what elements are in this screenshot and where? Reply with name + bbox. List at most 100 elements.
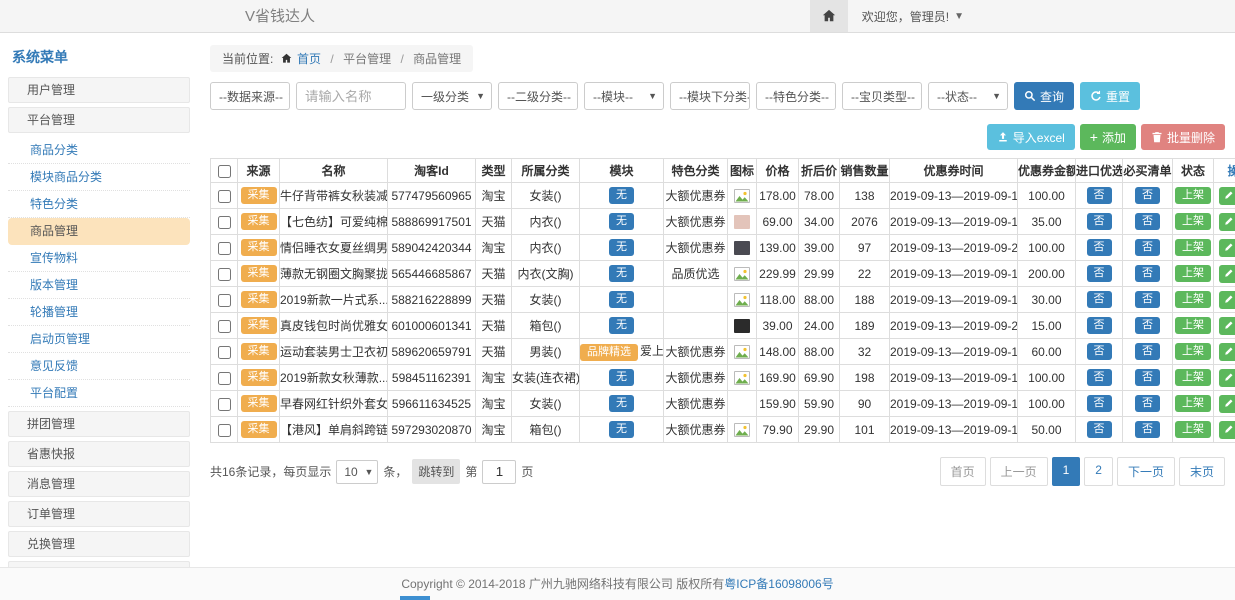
row-checkbox[interactable] [218,242,231,255]
page-button[interactable]: 1 [1052,457,1081,486]
status-toggle[interactable]: 上架 [1175,239,1211,256]
filter-select[interactable]: --二级分类--▼ [498,82,578,110]
module-badge[interactable]: 无 [609,421,634,438]
edit-button[interactable] [1219,291,1235,309]
sidebar-subitem[interactable]: 商品分类 [8,137,190,164]
row-checkbox[interactable] [218,320,231,333]
sidebar-subitem[interactable]: 宣传物料 [8,245,190,272]
user-menu[interactable]: 欢迎您，管理员! ▼ [848,0,980,32]
row-checkbox[interactable] [218,190,231,203]
import-toggle[interactable]: 否 [1087,213,1112,230]
filter-select[interactable]: --状态--▼ [928,82,1008,110]
sidebar-subitem[interactable]: 意见反馈 [8,353,190,380]
must-buy-toggle[interactable]: 否 [1135,343,1160,360]
edit-button[interactable] [1219,343,1235,361]
filter-select[interactable]: --宝贝类型--▼ [842,82,922,110]
row-checkbox[interactable] [218,398,231,411]
filter-select[interactable]: 一级分类▼ [412,82,492,110]
import-toggle[interactable]: 否 [1087,395,1112,412]
sidebar-item[interactable]: 省惠快报 [8,441,190,467]
must-buy-toggle[interactable]: 否 [1135,187,1160,204]
must-buy-toggle[interactable]: 否 [1135,317,1160,334]
module-badge[interactable]: 无 [609,395,634,412]
page-button[interactable]: 下一页 [1117,457,1175,486]
filter-source-select[interactable]: --数据来源-- ▼ [210,82,290,110]
row-checkbox[interactable] [218,216,231,229]
status-toggle[interactable]: 上架 [1175,265,1211,282]
select-all-checkbox[interactable] [218,165,231,178]
status-toggle[interactable]: 上架 [1175,317,1211,334]
status-toggle[interactable]: 上架 [1175,343,1211,360]
name-search-input[interactable] [296,82,406,110]
page-number-input[interactable] [482,460,516,484]
module-badge[interactable]: 品牌精选 [580,344,638,361]
sidebar-subitem[interactable]: 特色分类 [8,191,190,218]
sidebar-item[interactable]: 兑换管理 [8,531,190,557]
sidebar-item[interactable]: 拼团管理 [8,411,190,437]
edit-button[interactable] [1219,421,1235,439]
module-badge[interactable]: 无 [609,187,634,204]
module-badge[interactable]: 无 [609,317,634,334]
module-badge[interactable]: 无 [609,369,634,386]
module-badge[interactable]: 无 [609,291,634,308]
edit-button[interactable] [1219,317,1235,335]
must-buy-toggle[interactable]: 否 [1135,291,1160,308]
sidebar-item[interactable]: 订单管理 [8,501,190,527]
import-toggle[interactable]: 否 [1087,343,1112,360]
must-buy-toggle[interactable]: 否 [1135,369,1160,386]
row-checkbox[interactable] [218,424,231,437]
must-buy-toggle[interactable]: 否 [1135,213,1160,230]
sidebar-item[interactable]: 消息管理 [8,471,190,497]
must-buy-toggle[interactable]: 否 [1135,421,1160,438]
row-checkbox[interactable] [218,372,231,385]
edit-button[interactable] [1219,265,1235,283]
must-buy-toggle[interactable]: 否 [1135,265,1160,282]
sidebar-subitem[interactable]: 平台配置 [8,380,190,407]
status-toggle[interactable]: 上架 [1175,187,1211,204]
edit-button[interactable] [1219,395,1235,413]
import-toggle[interactable]: 否 [1087,291,1112,308]
module-badge[interactable]: 无 [609,265,634,282]
status-toggle[interactable]: 上架 [1175,421,1211,438]
page-button[interactable]: 末页 [1179,457,1225,486]
module-badge[interactable]: 无 [609,239,634,256]
sidebar-subitem[interactable]: 商品管理 [8,218,190,245]
breadcrumb-home-link[interactable]: 首页 [297,52,321,66]
status-toggle[interactable]: 上架 [1175,213,1211,230]
import-toggle[interactable]: 否 [1087,187,1112,204]
import-toggle[interactable]: 否 [1087,369,1112,386]
sidebar-subitem[interactable]: 模块商品分类 [8,164,190,191]
edit-button[interactable] [1219,213,1235,231]
filter-select[interactable]: --模块下分类--▼ [670,82,750,110]
filter-select[interactable]: --特色分类--▼ [756,82,836,110]
status-toggle[interactable]: 上架 [1175,369,1211,386]
import-toggle[interactable]: 否 [1087,239,1112,256]
row-checkbox[interactable] [218,268,231,281]
page-button[interactable]: 上一页 [990,457,1048,486]
per-page-select[interactable]: 10 ▼ [336,460,378,484]
sidebar-item-users[interactable]: 用户管理 [8,77,190,103]
edit-button[interactable] [1219,239,1235,257]
import-toggle[interactable]: 否 [1087,421,1112,438]
jump-button[interactable]: 跳转到 [412,459,460,484]
import-excel-button[interactable]: 导入excel [987,124,1075,150]
module-badge[interactable]: 无 [609,213,634,230]
import-toggle[interactable]: 否 [1087,265,1112,282]
reset-button[interactable]: 重置 [1080,82,1140,110]
must-buy-toggle[interactable]: 否 [1135,239,1160,256]
import-toggle[interactable]: 否 [1087,317,1112,334]
status-toggle[interactable]: 上架 [1175,291,1211,308]
row-checkbox[interactable] [218,294,231,307]
status-toggle[interactable]: 上架 [1175,395,1211,412]
sidebar-subitem[interactable]: 版本管理 [8,272,190,299]
filter-select[interactable]: --模块--▼ [584,82,664,110]
search-button[interactable]: 查询 [1014,82,1074,110]
edit-button[interactable] [1219,369,1235,387]
batch-delete-button[interactable]: 批量删除 [1141,124,1225,150]
must-buy-toggle[interactable]: 否 [1135,395,1160,412]
page-button[interactable]: 2 [1084,457,1113,486]
home-button[interactable] [810,0,848,32]
sidebar-subitem[interactable]: 轮播管理 [8,299,190,326]
page-button[interactable]: 首页 [940,457,986,486]
sidebar-item-platform[interactable]: 平台管理 [8,107,190,133]
